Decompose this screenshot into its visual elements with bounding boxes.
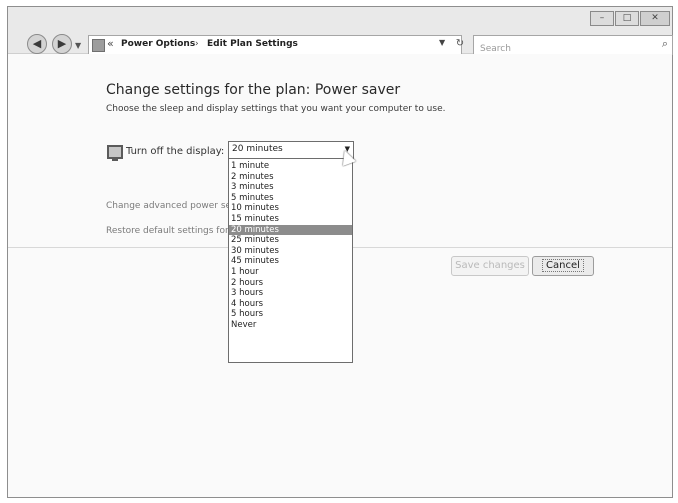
minimize-button[interactable]: – [590,11,614,26]
chevron-down-icon[interactable]: ▼ [75,41,81,50]
save-changes-button[interactable]: Save changes [451,256,529,276]
dropdown-option[interactable]: 15 minutes [229,214,352,225]
back-arrow-icon[interactable]: ◀ [27,34,47,54]
breadcrumb-separator: › [195,39,199,49]
restore-defaults-link[interactable]: Restore default settings for this plan [106,226,228,236]
cancel-button[interactable]: Cancel [532,256,594,276]
refresh-icon[interactable]: ↻ [451,35,469,53]
dropdown-option[interactable]: 5 hours [229,309,352,320]
selected-value: 20 minutes [232,144,283,154]
advanced-settings-link[interactable]: Change advanced power settings [106,201,228,211]
page-subtitle: Choose the sleep and display settings th… [106,104,446,114]
search-box[interactable]: ⌕ [473,35,673,57]
display-timeout-options: 1 minute 2 minutes 3 minutes 5 minutes 10 mi… [228,158,353,363]
dropdown-option[interactable]: 10 minutes [229,203,352,214]
cancel-label: Cancel [542,259,584,272]
control-panel-icon [92,39,105,52]
breadcrumb-power-options[interactable]: Power Options [121,39,195,49]
dropdown-option[interactable]: 30 minutes [229,246,352,257]
dropdown-option[interactable]: 3 minutes [229,182,352,193]
dropdown-option[interactable]: 5 minutes [229,193,352,204]
dropdown-option[interactable]: 20 minutes [229,224,352,236]
monitor-icon [107,145,123,161]
turn-off-display-label: Turn off the display: [126,146,225,157]
dropdown-option[interactable]: 2 hours [229,278,352,289]
dropdown-option[interactable]: 3 hours [229,288,352,299]
window-chrome: – □ ✕ ◀ ▶ ▼ « Power Options › Edit Plan … [8,7,673,57]
dropdown-option[interactable]: 45 minutes [229,256,352,267]
dropdown-option[interactable]: 2 minutes [229,172,352,183]
dropdown-option[interactable]: 4 hours [229,299,352,310]
dropdown-option[interactable]: 1 minute [229,161,352,172]
page-title: Change settings for the plan: Power save… [106,82,401,98]
close-button[interactable]: ✕ [640,11,670,26]
address-chevron[interactable]: « [107,37,114,50]
dropdown-option[interactable]: Never [229,320,352,331]
address-dropdown-icon[interactable]: ▼ [439,38,445,47]
dropdown-option[interactable]: 1 hour [229,267,352,278]
window-controls: – □ ✕ [589,11,670,26]
dropdown-option[interactable]: 25 minutes [229,235,352,246]
address-bar[interactable]: « Power Options › Edit Plan Settings ▼ [88,35,462,55]
forward-arrow-icon[interactable]: ▶ [52,34,72,54]
search-icon[interactable]: ⌕ [662,37,668,51]
breadcrumb-edit-plan-settings[interactable]: Edit Plan Settings [207,39,298,49]
maximize-button[interactable]: □ [615,11,639,26]
